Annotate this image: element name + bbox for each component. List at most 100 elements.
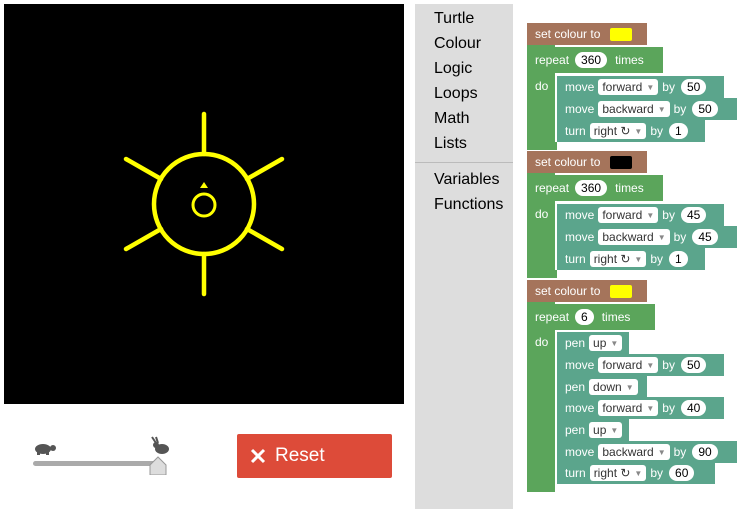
move-block[interactable]: move backward ▼ by 45 [557,226,737,248]
repeat-block[interactable]: repeat 6 times [527,304,655,330]
repeat-count[interactable]: 360 [575,180,608,196]
turn-label: turn [565,252,586,266]
turn-block[interactable]: turn right ↻ ▼ by 1 [557,120,705,142]
turtle-cursor [191,182,217,218]
pen-label: pen [565,423,586,437]
direction-dropdown[interactable]: backward ▼ [598,229,670,245]
angle-input[interactable]: 60 [669,465,695,481]
toolbox: Turtle Colour Logic Loops Math Lists Var… [415,4,513,509]
reset-button[interactable]: Reset [237,434,392,478]
move-label: move [565,230,595,244]
set-colour-block[interactable]: set colour to [527,23,647,45]
pen-block[interactable]: pen up ▼ [557,419,629,441]
repeat-block[interactable]: repeat 360 times [527,175,663,201]
set-colour-block[interactable]: set colour to [527,280,647,302]
direction-dropdown[interactable]: forward ▼ [598,357,659,373]
direction-dropdown[interactable]: forward ▼ [598,79,659,95]
sun-ray [123,156,164,182]
move-block[interactable]: move forward ▼ by 50 [557,76,724,98]
move-label: move [565,358,595,372]
direction-dropdown[interactable]: forward ▼ [598,400,659,416]
speed-slider[interactable] [30,435,170,476]
turtle-slow-icon [35,444,56,455]
by-label: by [650,124,664,138]
distance-input[interactable]: 50 [680,79,707,95]
angle-input[interactable]: 1 [669,251,688,267]
move-block[interactable]: move forward ▼ by 50 [557,354,724,376]
turn-direction-dropdown[interactable]: right ↻ ▼ [589,123,647,139]
by-label: by [662,358,675,372]
distance-input[interactable]: 45 [680,207,707,223]
pen-block[interactable]: pen up ▼ [557,332,629,354]
turn-direction-dropdown[interactable]: right ↻ ▼ [589,465,647,481]
direction-value: forward [602,208,643,222]
move-label: move [565,80,595,94]
category-turtle[interactable]: Turtle [434,10,474,28]
times-label: times [615,53,644,67]
pen-state-dropdown[interactable]: down ▼ [589,379,638,395]
move-block[interactable]: move forward ▼ by 40 [557,397,724,419]
category-functions[interactable]: Functions [434,196,503,214]
blocks-workspace[interactable]: set colour to repeat 360 times do move f… [513,4,751,509]
sun-ray [244,156,285,182]
category-colour[interactable]: Colour [434,35,481,53]
distance-input[interactable]: 50 [692,101,718,117]
category-lists[interactable]: Lists [434,135,467,153]
close-icon [250,448,266,464]
move-label: move [565,208,595,222]
category-math[interactable]: Math [434,110,470,128]
set-colour-label: set colour to [535,27,601,41]
move-block[interactable]: move backward ▼ by 50 [557,98,737,120]
direction-dropdown[interactable]: backward ▼ [598,101,670,117]
colour-swatch[interactable] [610,155,633,169]
move-block[interactable]: move backward ▼ by 90 [557,441,737,463]
distance-input[interactable]: 90 [692,444,718,460]
repeat-count[interactable]: 6 [575,309,594,325]
by-label: by [662,401,675,415]
repeat-block[interactable]: repeat 360 times [527,47,663,73]
turn-direction-value: right ↻ [593,466,631,480]
direction-dropdown[interactable]: forward ▼ [598,207,659,223]
category-logic[interactable]: Logic [434,60,472,78]
by-label: by [650,466,664,480]
repeat-label: repeat [535,310,570,324]
repeat-block-footer [527,270,557,278]
slider-track[interactable] [33,461,158,466]
pen-state-dropdown[interactable]: up ▼ [589,422,623,438]
distance-input[interactable]: 50 [680,357,707,373]
turn-direction-value: right ↻ [593,252,631,266]
angle-input[interactable]: 1 [669,123,688,139]
turn-block[interactable]: turn right ↻ ▼ by 1 [557,248,705,270]
sun-circle [151,151,257,257]
pen-state-dropdown[interactable]: up ▼ [589,335,623,351]
move-block[interactable]: move forward ▼ by 45 [557,204,724,226]
category-variables[interactable]: Variables [434,171,500,189]
rabbit-fast-icon [151,436,169,454]
direction-dropdown[interactable]: backward ▼ [598,444,670,460]
sun-ray [244,226,285,252]
by-label: by [673,445,687,459]
do-label: do [535,79,549,93]
distance-input[interactable]: 40 [680,400,707,416]
direction-value: backward [602,445,654,459]
by-label: by [673,230,687,244]
turtle-canvas [4,4,404,404]
colour-swatch[interactable] [610,27,633,41]
category-loops[interactable]: Loops [434,85,478,103]
distance-input[interactable]: 45 [692,229,718,245]
turn-label: turn [565,466,586,480]
pen-block[interactable]: pen down ▼ [557,376,647,398]
repeat-count[interactable]: 360 [575,52,608,68]
colour-swatch[interactable] [610,284,633,298]
pen-label: pen [565,336,586,350]
move-label: move [565,401,595,415]
turn-direction-dropdown[interactable]: right ↻ ▼ [589,251,647,267]
pen-state-value: up [593,336,607,350]
times-label: times [601,310,631,324]
turtle-drawing [123,111,285,297]
slider-handle[interactable] [149,456,167,476]
by-label: by [662,80,675,94]
set-colour-block[interactable]: set colour to [527,151,647,173]
turn-block[interactable]: turn right ↻ ▼ by 60 [557,462,715,484]
pen-state-value: down [593,380,622,394]
